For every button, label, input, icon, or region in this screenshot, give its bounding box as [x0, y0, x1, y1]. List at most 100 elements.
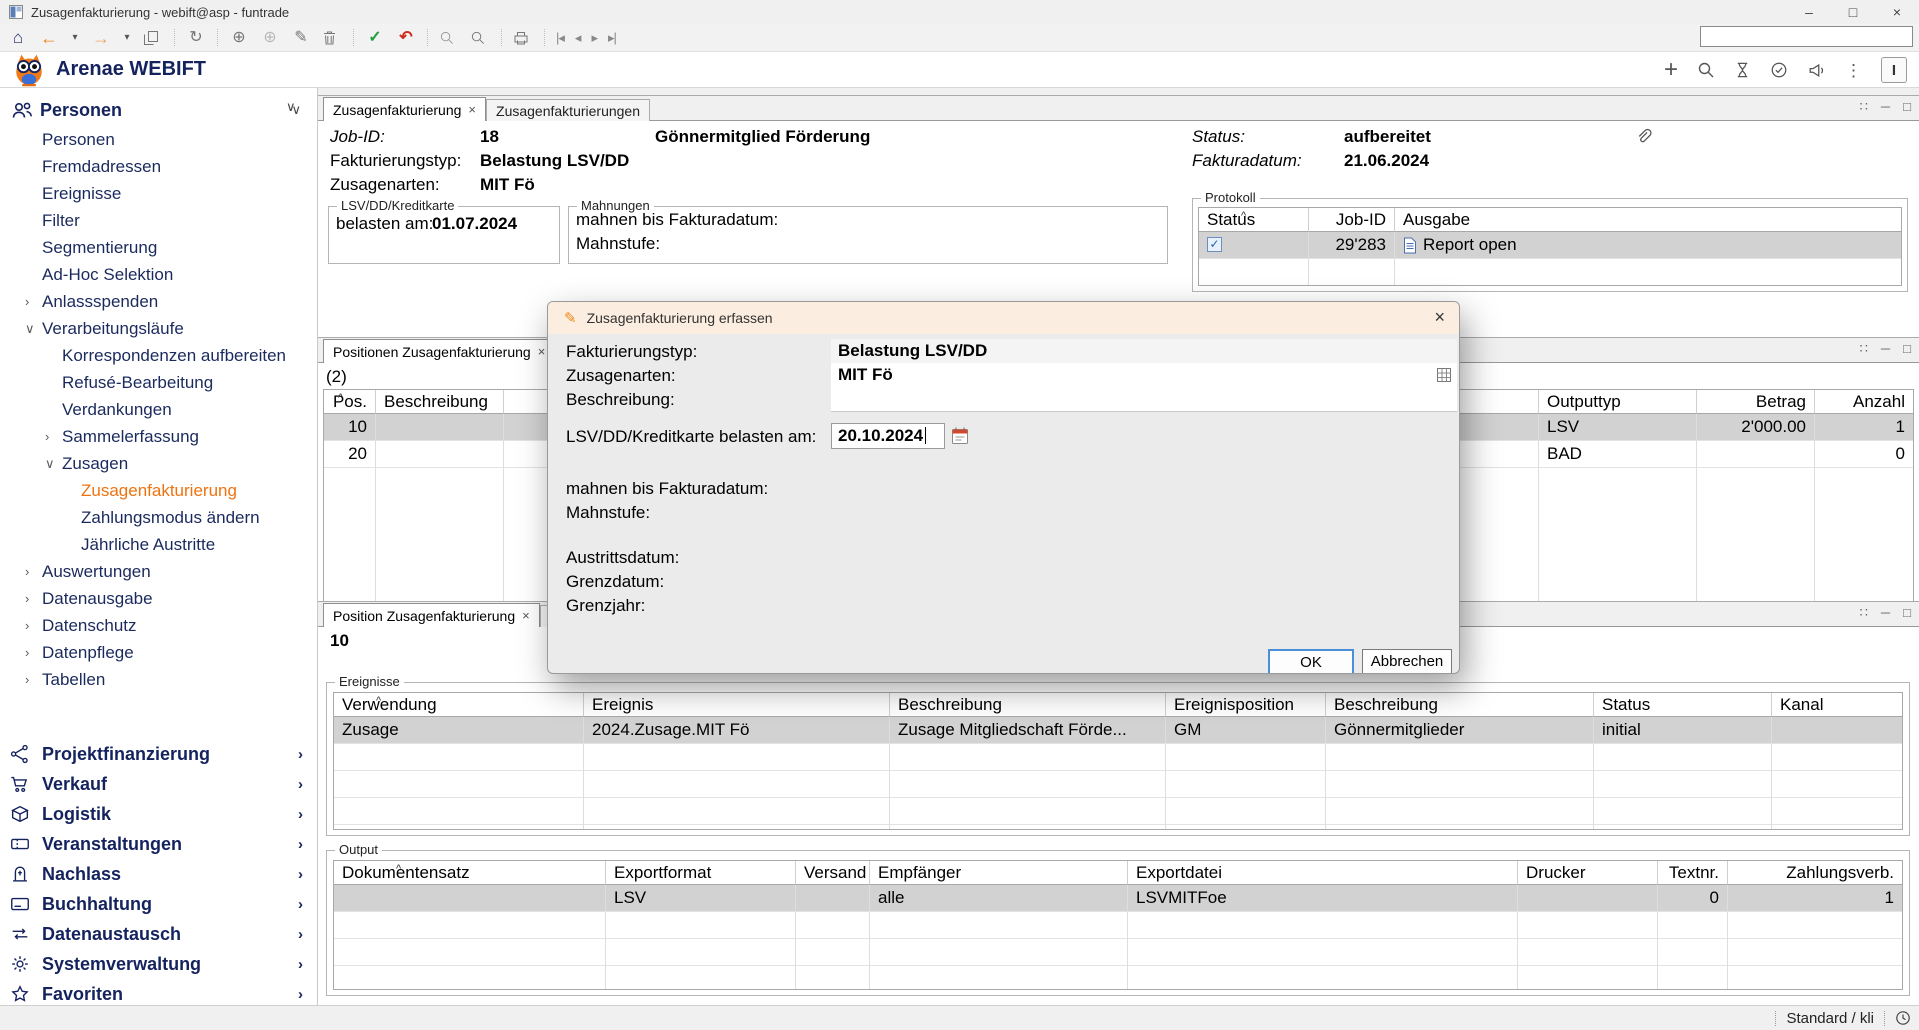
add-copy-icon[interactable]: ⊕	[260, 28, 280, 48]
positionen-row1-anzahl[interactable]: 1	[1815, 414, 1913, 441]
undo-icon[interactable]: ↶	[396, 28, 416, 48]
output-row-exportdatei[interactable]: LSVMITFoe	[1128, 885, 1518, 912]
sidebar-item-segmentierung[interactable]: Segmentierung	[0, 234, 317, 261]
back-dropdown-icon[interactable]: ▾	[70, 28, 80, 48]
ok-button[interactable]: OK	[1268, 649, 1354, 674]
sidebar-item-zahlungsmodus-aendern[interactable]: Zahlungsmodus ändern	[0, 504, 317, 531]
output-col-versand[interactable]: Versand	[796, 861, 870, 885]
zoom-out-icon[interactable]	[439, 30, 459, 45]
sidebar-module-systemverwaltung[interactable]: Systemverwaltung ›	[0, 949, 317, 979]
output-row-versand[interactable]	[796, 885, 870, 912]
print-icon[interactable]	[513, 30, 533, 46]
sidebar-item-korrespondenzen-aufbereiten[interactable]: Korrespondenzen aufbereiten	[0, 342, 317, 369]
panel-minimize-icon[interactable]: ─	[1881, 341, 1890, 357]
confirm-icon[interactable]: ✓	[365, 28, 385, 48]
output-col-dokumentensatz[interactable]: Dokumentensatz^	[334, 861, 606, 885]
panel-drag-icon[interactable]: ∷	[1860, 341, 1868, 357]
refresh-icon[interactable]: ↻	[186, 28, 206, 48]
nav-first-icon[interactable]: |◂	[556, 30, 564, 46]
ereignisse-col-beschreibung[interactable]: Beschreibung	[890, 693, 1166, 717]
window-close-button[interactable]: ×	[1875, 0, 1919, 24]
ereignisse-row-ereignisposition[interactable]: GM	[1166, 717, 1326, 744]
calendar-icon[interactable]	[951, 426, 969, 445]
positionen-row2-outputtyp[interactable]: BAD	[1539, 441, 1697, 468]
positionen-row2-beschreibung[interactable]	[376, 441, 504, 468]
tab-positionen-zusagenfakturierung[interactable]: Positionen Zusagenfakturierung ×	[323, 339, 555, 363]
tab-close-icon[interactable]: ×	[468, 102, 476, 117]
panel-maximize-icon[interactable]: □	[1903, 99, 1911, 115]
profile-button[interactable]: I	[1881, 57, 1907, 83]
sidebar-item-refuse-bearbeitung[interactable]: Refusé-Bearbeitung	[0, 369, 317, 396]
output-row-exportformat[interactable]: LSV	[606, 885, 796, 912]
kebab-menu-icon[interactable]: ⋮	[1845, 61, 1862, 80]
ereignisse-col-status[interactable]: Status	[1594, 693, 1772, 717]
output-col-drucker[interactable]: Drucker	[1518, 861, 1658, 885]
megaphone-icon[interactable]	[1807, 61, 1826, 79]
positionen-row2-betrag[interactable]	[1697, 441, 1815, 468]
sidebar-module-buchhaltung[interactable]: Buchhaltung ›	[0, 889, 317, 919]
positionen-col-betrag[interactable]: Betrag	[1697, 390, 1815, 414]
sidebar-item-datenausgabe[interactable]: ›Datenausgabe	[0, 585, 317, 612]
add-record-icon[interactable]: ⊕	[229, 28, 249, 48]
search-icon[interactable]	[470, 30, 490, 45]
positionen-row1-betrag[interactable]: 2'000.00	[1697, 414, 1815, 441]
positionen-col-beschreibung[interactable]: Beschreibung	[376, 390, 504, 414]
sidebar-module-datenaustausch[interactable]: Datenaustausch ›	[0, 919, 317, 949]
protokoll-col-ausgabe[interactable]: Ausgabe	[1395, 208, 1901, 232]
window-minimize-button[interactable]: –	[1787, 0, 1831, 24]
tab-zusagenfakturierungen[interactable]: Zusagenfakturierungen	[486, 99, 650, 121]
tab-close-icon[interactable]: ×	[538, 344, 546, 359]
sidebar-module-veranstaltungen[interactable]: Veranstaltungen ›	[0, 829, 317, 859]
protokoll-col-jobid[interactable]: Job-ID	[1309, 208, 1395, 232]
panel-minimize-icon[interactable]: ─	[1881, 99, 1890, 115]
protokoll-row-jobid[interactable]: 29'283	[1309, 232, 1395, 259]
sidebar-item-sammelerfassung[interactable]: ›Sammelerfassung	[0, 423, 317, 450]
sidebar-item-personen[interactable]: Personen	[0, 126, 317, 153]
sidebar-module-nachlass[interactable]: Nachlass ›	[0, 859, 317, 889]
output-row-zahlungsverb[interactable]: 1	[1728, 885, 1902, 912]
output-col-exportdatei[interactable]: Exportdatei	[1128, 861, 1518, 885]
sidebar-item-datenschutz[interactable]: ›Datenschutz	[0, 612, 317, 639]
ereignisse-row-beschreibung[interactable]: Zusage Mitgliedschaft Förde...	[890, 717, 1166, 744]
panel-drag-icon[interactable]: ∷	[1860, 99, 1868, 115]
new-window-icon[interactable]	[143, 30, 163, 46]
dialog-zusagenarten-field[interactable]: MIT Fö	[831, 363, 1457, 388]
cancel-button[interactable]: Abbrechen	[1362, 649, 1452, 674]
add-icon[interactable]: +	[1664, 59, 1678, 81]
delete-record-icon[interactable]	[322, 30, 342, 46]
quick-search-input[interactable]	[1700, 26, 1913, 47]
output-col-textnr[interactable]: Textnr.	[1658, 861, 1728, 885]
sidebar-item-anlassspenden[interactable]: ›Anlassspenden	[0, 288, 317, 315]
sidebar-item-fremdadressen[interactable]: Fremdadressen	[0, 153, 317, 180]
clock-icon[interactable]	[1895, 1010, 1911, 1026]
sidebar-item-tabellen[interactable]: ›Tabellen	[0, 666, 317, 693]
global-search-icon[interactable]	[1697, 61, 1715, 79]
positionen-row1-beschreibung[interactable]	[376, 414, 504, 441]
panel-maximize-icon[interactable]: □	[1903, 341, 1911, 357]
output-col-zahlungsverb[interactable]: Zahlungsverb.	[1728, 861, 1902, 885]
positionen-row2-pos[interactable]: 20	[324, 441, 376, 468]
ereignisse-col-ereignisposition[interactable]: Ereignisposition	[1166, 693, 1326, 717]
sidebar-section-personen[interactable]: Personen ∨	[0, 94, 317, 126]
sidebar-item-filter[interactable]: Filter	[0, 207, 317, 234]
positionen-row1-outputtyp[interactable]: LSV	[1539, 414, 1697, 441]
back-icon[interactable]: ←	[39, 28, 59, 48]
dialog-close-icon[interactable]: ×	[1434, 307, 1445, 328]
ereignisse-row-kanal[interactable]	[1772, 717, 1902, 744]
dialog-beschreibung-field[interactable]	[831, 387, 1457, 412]
nav-last-icon[interactable]: ▸|	[608, 30, 616, 46]
ereignisse-row-ereignis[interactable]: 2024.Zusage.MIT Fö	[584, 717, 890, 744]
output-row-empfaenger[interactable]: alle	[870, 885, 1128, 912]
hourglass-icon[interactable]	[1734, 61, 1751, 79]
home-icon[interactable]: ⌂	[8, 28, 28, 48]
ereignisse-row-verwendung[interactable]: Zusage	[334, 717, 584, 744]
output-col-empfaenger[interactable]: Empfänger	[870, 861, 1128, 885]
check-circle-icon[interactable]	[1770, 61, 1788, 79]
sidebar-item-ereignisse[interactable]: Ereignisse	[0, 180, 317, 207]
edit-record-icon[interactable]: ✎	[291, 28, 311, 48]
positionen-col-anzahl[interactable]: Anzahl	[1815, 390, 1913, 414]
sidebar-item-verarbeitungslaeufe[interactable]: ∨Verarbeitungsläufe	[0, 315, 317, 342]
sidebar-item-zusagenfakturierung[interactable]: Zusagenfakturierung	[0, 477, 317, 504]
ereignisse-col-beschreibung2[interactable]: Beschreibung	[1326, 693, 1594, 717]
sidebar-item-verdankungen[interactable]: Verdankungen	[0, 396, 317, 423]
